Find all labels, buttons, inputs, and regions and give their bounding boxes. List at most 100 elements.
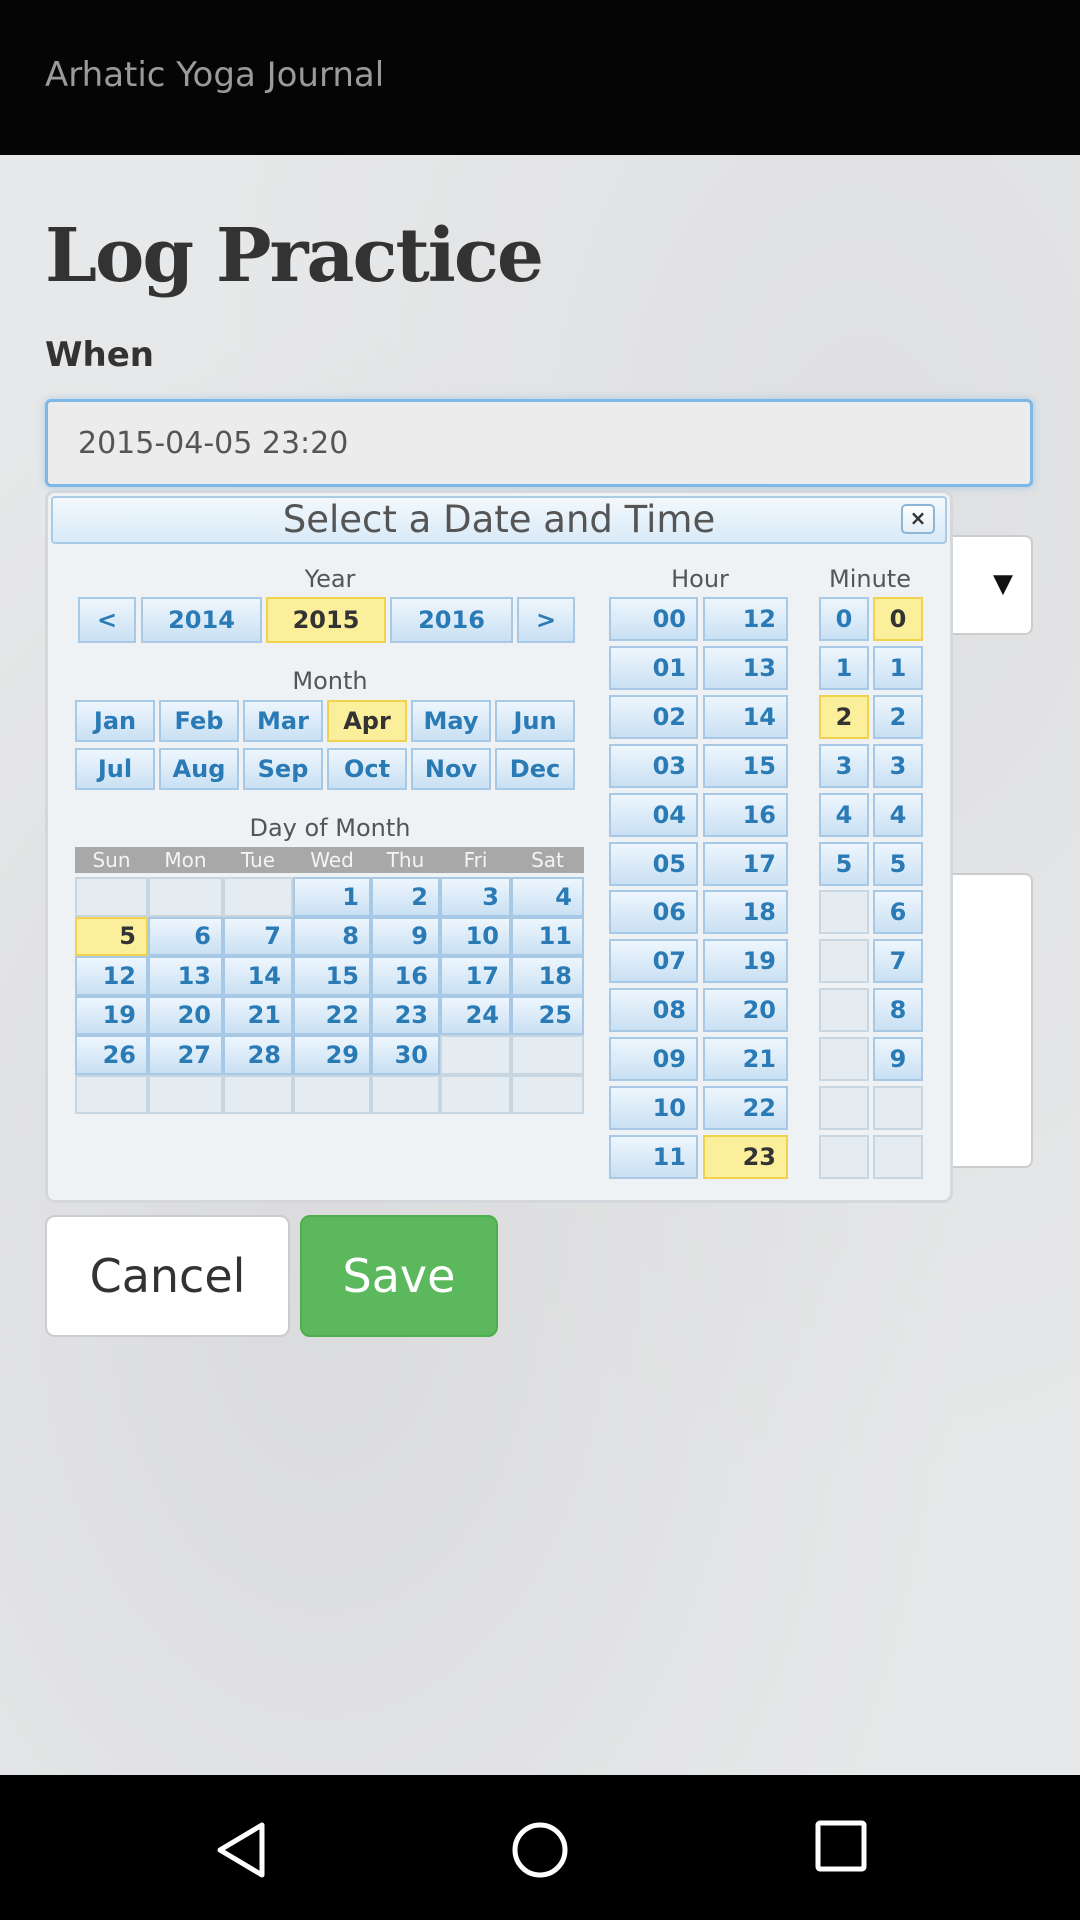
- hour-option[interactable]: 01: [609, 645, 698, 690]
- month-option[interactable]: Oct: [327, 748, 407, 790]
- day-cell[interactable]: 26: [75, 1035, 148, 1075]
- minute-ones-option[interactable]: 9: [873, 1037, 923, 1082]
- hour-option[interactable]: 23: [703, 1134, 788, 1179]
- minute-tens-option[interactable]: 3: [819, 743, 869, 788]
- day-cell[interactable]: 25: [511, 995, 584, 1035]
- month-option[interactable]: Jul: [75, 748, 155, 790]
- day-cell[interactable]: 15: [293, 956, 371, 996]
- month-option[interactable]: Apr: [327, 700, 407, 742]
- day-cell[interactable]: 2: [371, 877, 440, 917]
- hour-option[interactable]: 02: [609, 694, 698, 739]
- close-icon[interactable]: ×: [901, 504, 935, 534]
- day-cell[interactable]: 19: [75, 995, 148, 1035]
- day-cell[interactable]: 22: [293, 995, 371, 1035]
- month-option[interactable]: Dec: [495, 748, 575, 790]
- month-option[interactable]: Sep: [243, 748, 323, 790]
- day-cell[interactable]: 28: [223, 1035, 293, 1075]
- hour-option[interactable]: 17: [703, 841, 788, 886]
- hour-option[interactable]: 22: [703, 1086, 788, 1130]
- day-cell[interactable]: 12: [75, 956, 148, 996]
- hour-option[interactable]: 07: [609, 939, 698, 984]
- minute-tens-option[interactable]: 2: [819, 694, 869, 739]
- minute-tens-option: [819, 939, 869, 984]
- minute-tens-option[interactable]: 5: [819, 841, 869, 886]
- day-cell[interactable]: 24: [440, 995, 511, 1035]
- minute-ones-option[interactable]: 7: [873, 939, 923, 984]
- minute-ones-option[interactable]: 8: [873, 988, 923, 1033]
- back-triangle-icon[interactable]: [212, 1820, 272, 1880]
- year-option[interactable]: 2014: [141, 597, 262, 643]
- month-option[interactable]: Jan: [75, 700, 155, 742]
- day-cell[interactable]: 27: [148, 1035, 223, 1075]
- day-cell: [223, 1074, 293, 1114]
- day-cell[interactable]: 13: [148, 956, 223, 996]
- day-cell: [148, 1074, 223, 1114]
- hour-option[interactable]: 18: [703, 890, 788, 935]
- day-cell[interactable]: 8: [293, 916, 371, 956]
- day-cell[interactable]: 7: [223, 916, 293, 956]
- month-option[interactable]: Nov: [411, 748, 491, 790]
- hour-option[interactable]: 04: [609, 792, 698, 837]
- hour-option[interactable]: 13: [703, 645, 788, 690]
- day-cell: [223, 877, 293, 917]
- hour-option[interactable]: 08: [609, 988, 698, 1033]
- hour-option[interactable]: 20: [703, 988, 788, 1033]
- day-cell[interactable]: 4: [511, 877, 584, 917]
- cancel-button[interactable]: Cancel: [45, 1215, 290, 1337]
- hour-option[interactable]: 11: [609, 1134, 698, 1179]
- when-input[interactable]: [45, 399, 1033, 487]
- year-option[interactable]: <: [78, 597, 136, 643]
- hour-option[interactable]: 14: [703, 694, 788, 739]
- hour-option[interactable]: 06: [609, 890, 698, 935]
- month-option[interactable]: Jun: [495, 700, 575, 742]
- day-cell[interactable]: 23: [371, 995, 440, 1035]
- day-cell[interactable]: 10: [440, 916, 511, 956]
- minute-tens-option[interactable]: 0: [819, 597, 869, 641]
- day-cell[interactable]: 3: [440, 877, 511, 917]
- minute-tens-option[interactable]: 4: [819, 792, 869, 837]
- month-option[interactable]: May: [411, 700, 491, 742]
- day-cell[interactable]: 20: [148, 995, 223, 1035]
- hour-option[interactable]: 03: [609, 743, 698, 788]
- hour-option[interactable]: 10: [609, 1086, 698, 1130]
- day-cell[interactable]: 14: [223, 956, 293, 996]
- month-option[interactable]: Mar: [243, 700, 323, 742]
- day-cell[interactable]: 17: [440, 956, 511, 996]
- hour-option[interactable]: 12: [703, 597, 788, 641]
- home-circle-icon[interactable]: [510, 1820, 570, 1880]
- minute-ones-option[interactable]: 2: [873, 694, 923, 739]
- minute-tens-option[interactable]: 1: [819, 645, 869, 690]
- hour-option[interactable]: 19: [703, 939, 788, 984]
- day-cell[interactable]: 18: [511, 956, 584, 996]
- month-option[interactable]: Aug: [159, 748, 239, 790]
- day-cell[interactable]: 5: [75, 916, 148, 956]
- day-cell[interactable]: 21: [223, 995, 293, 1035]
- day-cell[interactable]: 1: [293, 877, 371, 917]
- day-label: Day of Month: [249, 814, 411, 842]
- minute-ones-option[interactable]: 6: [873, 890, 923, 935]
- hour-option[interactable]: 21: [703, 1037, 788, 1082]
- year-option[interactable]: 2015: [266, 597, 386, 643]
- day-cell[interactable]: 11: [511, 916, 584, 956]
- recents-square-icon[interactable]: [815, 1820, 867, 1872]
- day-cell[interactable]: 16: [371, 956, 440, 996]
- day-cell[interactable]: 30: [371, 1035, 440, 1075]
- hour-option[interactable]: 16: [703, 792, 788, 837]
- hour-option[interactable]: 15: [703, 743, 788, 788]
- minute-ones-option[interactable]: 3: [873, 743, 923, 788]
- save-button[interactable]: Save: [300, 1215, 498, 1337]
- hour-option[interactable]: 00: [609, 597, 698, 641]
- hour-option[interactable]: 05: [609, 841, 698, 886]
- day-cell[interactable]: 6: [148, 916, 223, 956]
- year-option[interactable]: >: [517, 597, 575, 643]
- minute-ones-option[interactable]: 0: [873, 597, 923, 641]
- hour-option[interactable]: 09: [609, 1037, 698, 1082]
- year-option[interactable]: 2016: [390, 597, 513, 643]
- minute-ones-option[interactable]: 5: [873, 841, 923, 886]
- month-option[interactable]: Feb: [159, 700, 239, 742]
- minute-ones-option[interactable]: 1: [873, 645, 923, 690]
- app-bar: Arhatic Yoga Journal: [0, 0, 1080, 155]
- day-cell[interactable]: 9: [371, 916, 440, 956]
- day-cell[interactable]: 29: [293, 1035, 371, 1075]
- minute-ones-option[interactable]: 4: [873, 792, 923, 837]
